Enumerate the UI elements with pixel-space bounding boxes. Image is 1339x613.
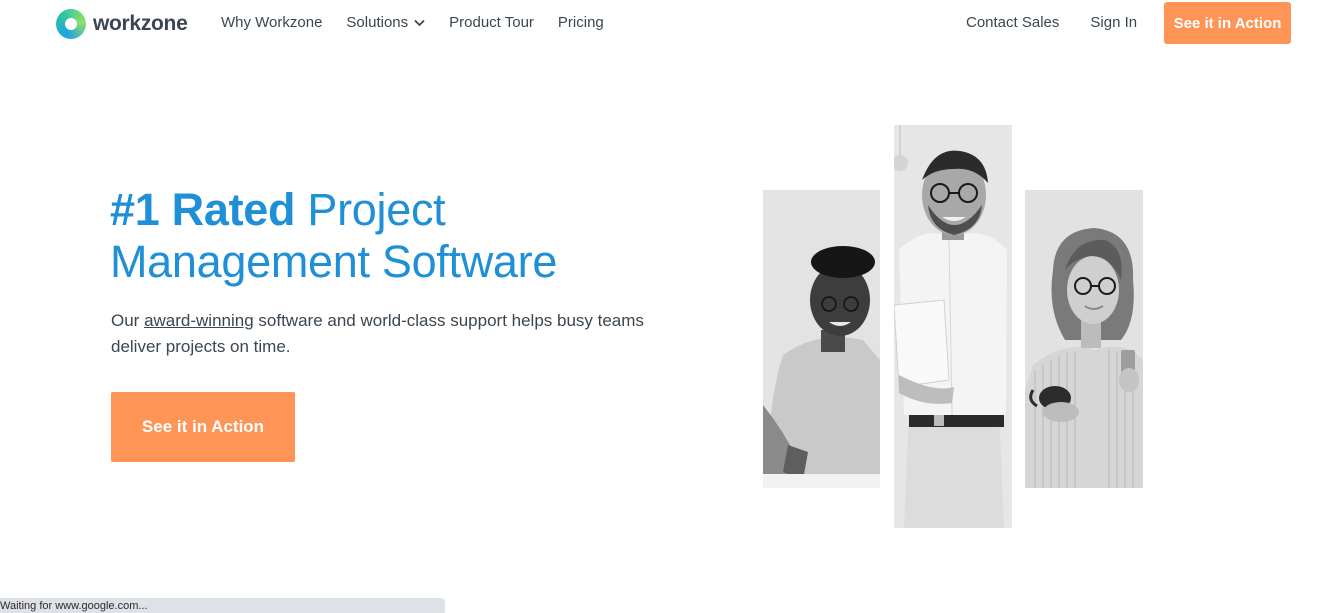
secondary-nav: Contact Sales Sign In xyxy=(966,14,1137,31)
browser-status-bar: Waiting for www.google.com... xyxy=(0,598,445,613)
nav-pricing[interactable]: Pricing xyxy=(558,14,604,31)
nav-product-tour-label: Product Tour xyxy=(449,14,534,31)
primary-nav: Why Workzone Solutions Product Tour Pric… xyxy=(221,14,628,31)
nav-product-tour[interactable]: Product Tour xyxy=(449,14,534,31)
hero-title: #1 Rated Project Management Software xyxy=(110,184,710,288)
hero-subtitle: Our award-winning software and world-cla… xyxy=(111,308,681,360)
award-winning-link[interactable]: award-winning xyxy=(144,311,254,330)
nav-why-workzone-label: Why Workzone xyxy=(221,14,323,31)
nav-solutions-label: Solutions xyxy=(346,14,409,31)
contact-sales-link[interactable]: Contact Sales xyxy=(966,14,1059,31)
page: workzone Why Workzone Solutions Product … xyxy=(0,0,1339,613)
chevron-down-icon xyxy=(414,14,425,31)
header-see-it-in-action-button[interactable]: See it in Action xyxy=(1164,2,1291,44)
photo-man-with-laptop xyxy=(763,190,880,488)
sign-in-link[interactable]: Sign In xyxy=(1090,14,1137,31)
nav-why-workzone[interactable]: Why Workzone xyxy=(221,14,322,31)
workzone-logo[interactable]: workzone xyxy=(56,9,188,39)
nav-solutions[interactable]: Solutions xyxy=(346,14,425,31)
photo-man-standing xyxy=(894,125,1012,528)
photo-woman-with-coffee xyxy=(1025,190,1143,488)
hero-title-strong: #1 Rated xyxy=(110,184,296,235)
logo-text: workzone xyxy=(93,12,188,35)
hero-see-it-in-action-button[interactable]: See it in Action xyxy=(111,392,295,462)
hero-subtitle-before: Our xyxy=(111,311,145,330)
nav-pricing-label: Pricing xyxy=(557,14,604,31)
logo-circle-icon xyxy=(56,9,86,39)
